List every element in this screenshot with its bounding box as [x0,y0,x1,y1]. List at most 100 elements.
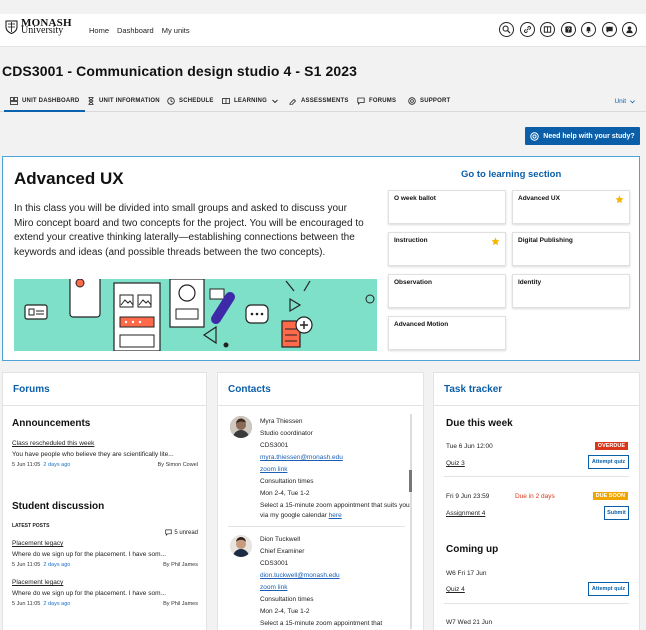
task-name[interactable]: Quiz 3 [446,460,465,467]
tab-label: Forums [369,98,397,104]
forums-title[interactable]: Forums [13,384,50,395]
post-title[interactable]: Placement legacy [12,540,198,547]
tab-forums[interactable]: Forums [357,97,396,105]
contacts-panel: Contacts Myra Thiessen Studio coordinato… [217,372,424,630]
tab-schedule[interactable]: Schedule [167,97,214,105]
tab-learning[interactable]: Learning [222,97,279,105]
scrollbar-thumb[interactable] [409,470,412,492]
contact-name: Dion Tuckwell [260,536,301,543]
attempt-quiz-button[interactable]: Attempt quiz [588,455,629,469]
calendar-link[interactable]: here [329,512,342,519]
task-date: W7 Wed 21 Jun [446,619,493,626]
tab-label: Unit dashboard [22,98,80,104]
announcements-title[interactable]: Announcements [12,418,198,429]
task-date: W6 Fri 17 Jun [446,570,487,577]
chat-icon[interactable] [601,22,617,37]
contact-email[interactable]: dion.tuckwell@monash.edu [260,570,415,582]
learning-card-instruction[interactable]: Instruction [388,232,506,266]
svg-text:?: ? [566,28,569,34]
go-to-learning-link[interactable]: Go to learning section [461,169,561,180]
tab-unit-dashboard[interactable]: Unit dashboard [3,97,86,112]
learning-card-advanced-motion[interactable]: Advanced Motion [388,316,506,350]
announcements-section: Announcements Class rescheduled this wee… [12,418,198,470]
need-help-button[interactable]: Need help with your study? [525,127,640,145]
due-soon-badge: DUE SOON [592,492,628,500]
attempt-quiz-button[interactable]: Attempt quiz [588,582,629,596]
contacts-scrollbar[interactable] [409,414,412,629]
task-tracker-title[interactable]: Task tracker [444,384,502,395]
nav-home[interactable]: Home [89,26,109,35]
card-label: Digital Publishing [518,237,573,244]
learning-card-o-week-ballot[interactable]: O week ballot [388,190,506,224]
shield-logo-icon [5,20,18,34]
hero-illustration [14,279,377,351]
card-label: Instruction [394,237,428,244]
book-icon[interactable] [540,22,555,37]
card-label: Advanced Motion [394,321,449,328]
submit-button[interactable]: Submit [604,506,629,520]
learning-card-digital-publishing[interactable]: Digital Publishing [512,232,630,266]
help-icon[interactable]: ? [560,22,576,37]
consultation-label: Consultation times [260,478,314,485]
assessment-icon [289,98,297,105]
unit-menu[interactable]: Unit [614,98,636,105]
unit-menu-label: Unit [614,98,626,105]
link-icon[interactable] [519,22,535,37]
star-icon[interactable] [615,195,624,204]
contact-role: Chief Examiner [260,548,305,555]
tab-label: Unit information [99,98,160,104]
user-icon[interactable] [622,22,637,37]
hero-title: Advanced UX [14,169,124,188]
contact-zoom-link[interactable]: zoom link [260,582,415,594]
post-author: By Phil James [163,562,198,568]
unread-label: 5 unread [174,529,198,536]
post-date: 5 Jun 11:05 [12,462,41,468]
coming-up-title: Coming up [446,544,499,555]
contact-card: Myra Thiessen Studio coordinator CDS3001… [260,416,415,521]
announcement-title[interactable]: Class rescheduled this week [12,440,198,447]
task-date: Tue 6 Jun 12:00 [446,443,493,450]
contact-card: Dion Tuckwell Chief Examiner CDS3001 dio… [260,534,415,630]
contact-unit: CDS3001 [260,442,289,449]
task-tracker-panel: Task tracker Due this week Tue 6 Jun 12:… [433,372,640,630]
tab-assessments[interactable]: Assessments [289,97,349,105]
tab-unit-information[interactable]: Unit information [87,97,160,105]
unread-count[interactable]: 5 unread [165,529,198,536]
tab-label: Learning [234,98,267,104]
consultation-hours: Mon 2-4, Tue 1-2 [260,490,310,497]
post-ago: 2 days ago [43,601,71,607]
learning-card-advanced-ux[interactable]: Advanced UX [512,190,630,224]
card-label: Observation [394,279,432,286]
search-icon[interactable] [499,22,514,37]
task-name[interactable]: Assignment 4 [446,510,485,517]
nav-my-units[interactable]: My units [162,26,190,35]
nav-dashboard[interactable]: Dashboard [117,26,154,35]
chevron-down-icon [630,100,635,104]
tab-label: Schedule [179,98,214,104]
contact-unit: CDS3001 [260,560,289,567]
due-in-text: Due in 2 days [515,493,555,500]
task-date: Fri 9 Jun 23:59 [446,493,490,500]
student-discussion-title[interactable]: Student discussion [12,501,198,512]
avatar [230,416,252,438]
learning-card-identity[interactable]: Identity [512,274,630,308]
contact-zoom-link[interactable]: zoom link [260,464,415,476]
page-title: CDS3001 - Communication design studio 4 … [2,63,357,79]
contact-email[interactable]: myra.thiessen@monash.edu [260,452,415,464]
contacts-title[interactable]: Contacts [228,384,271,395]
star-icon[interactable] [491,237,500,246]
card-label: O week ballot [394,195,436,202]
dashboard-icon [10,97,18,105]
due-this-week-title: Due this week [446,418,513,429]
student-discussion-section: Student discussion LATEST POSTS 5 unread… [12,501,198,609]
post-excerpt: Where do we sign up for the placement. I… [12,590,166,597]
hourglass-icon [88,97,94,105]
tab-support[interactable]: Support [408,97,450,105]
chevron-down-icon [272,99,278,104]
latest-posts-label: LATEST POSTS [12,523,50,529]
monash-logo[interactable]: MONASH University [5,18,72,36]
bell-icon[interactable] [581,22,596,37]
post-title[interactable]: Placement legacy [12,579,198,586]
task-name[interactable]: Quiz 4 [446,586,465,593]
learning-card-observation[interactable]: Observation [388,274,506,308]
